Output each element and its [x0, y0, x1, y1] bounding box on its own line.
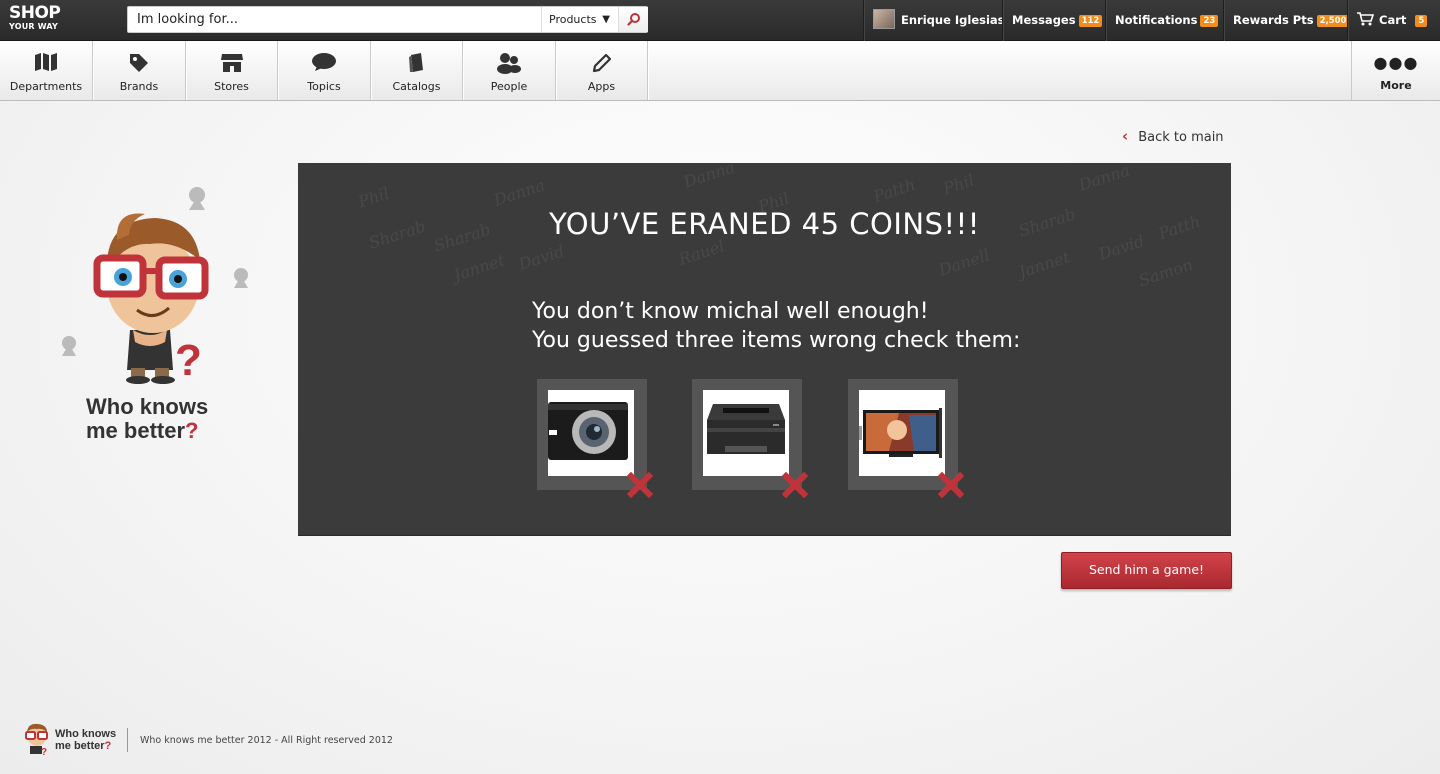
cart-label: Cart: [1379, 13, 1407, 27]
footer-brand: Who knows me better?: [55, 728, 116, 752]
top-bar: SHOP YOUR WAY Products ▼ Enrique Iglesia…: [0, 0, 1440, 41]
send-game-button[interactable]: Send him a game!: [1061, 552, 1232, 589]
notifications-label: Notifications: [1115, 13, 1198, 27]
nav-departments[interactable]: Departments: [0, 41, 93, 100]
nav-label: Stores: [214, 80, 249, 93]
nav-stores[interactable]: Stores: [186, 41, 278, 100]
cart-icon: [1357, 12, 1375, 26]
nav-label: Apps: [587, 80, 616, 93]
wrong-x-icon: [781, 471, 809, 499]
messages-label: Messages: [1012, 13, 1076, 27]
search-button[interactable]: [618, 7, 648, 32]
nav-brands[interactable]: Brands: [93, 41, 186, 100]
tv-thumbnail: [859, 390, 945, 476]
cart-count-badge: 5: [1415, 15, 1428, 27]
nav-label: Topics: [307, 80, 341, 93]
messages-button[interactable]: Messages 112: [1002, 0, 1105, 41]
tag-icon: [130, 54, 148, 72]
search-input[interactable]: [128, 7, 541, 32]
back-to-main-link[interactable]: ‹ Back to main: [1122, 127, 1224, 145]
avatar: [873, 9, 895, 29]
footer-divider: [127, 728, 128, 752]
user-name: Enrique Iglesias: [901, 13, 1005, 27]
footer-mascot-logo: ?: [25, 723, 48, 756]
people-icon: [497, 53, 521, 74]
more-dots-icon: ●●●: [1373, 53, 1419, 72]
nav-apps[interactable]: Apps: [556, 41, 648, 100]
search-category-select[interactable]: Products ▼: [541, 7, 618, 32]
nav-topics[interactable]: Topics: [278, 41, 371, 100]
back-label: Back to main: [1138, 130, 1224, 145]
rewards-label: Rewards Pts: [1233, 13, 1314, 27]
nav-more[interactable]: ●●● More: [1351, 41, 1440, 100]
search-icon: [627, 13, 640, 26]
rewards-count-badge: 2,500: [1316, 15, 1350, 27]
coins-earned-title: YOU’VE ERANED 45 COINS!!!: [549, 207, 980, 241]
rewards-button[interactable]: Rewards Pts 2,500: [1223, 0, 1350, 41]
result-message-line2: You guessed three items wrong check them…: [532, 328, 1021, 353]
messages-count-badge: 112: [1078, 15, 1103, 27]
notifications-count-badge: 23: [1200, 15, 1219, 27]
tv-image: [859, 408, 942, 458]
result-message-line1: You don’t know michal well enough!: [532, 299, 929, 324]
app-brand-title: Who knows me better?: [86, 395, 208, 443]
brand-line2: me better: [86, 418, 186, 443]
nav-people[interactable]: People: [463, 41, 556, 100]
svg-text:?: ?: [41, 747, 47, 756]
printer-thumbnail: [703, 390, 789, 476]
speech-bubble-icon: [312, 53, 336, 71]
notifications-button[interactable]: Notifications 23: [1105, 0, 1223, 41]
cart-button[interactable]: Cart 5: [1347, 0, 1440, 41]
svg-text:?: ?: [175, 336, 202, 385]
nav-catalogs[interactable]: Catalogs: [371, 41, 463, 100]
store-icon: [220, 54, 243, 72]
logo-line1: SHOP: [9, 3, 61, 23]
pencil-icon: [592, 53, 611, 73]
wrong-item-printer[interactable]: [692, 379, 809, 499]
printer-image: [707, 404, 785, 454]
shop-your-way-logo[interactable]: SHOP YOUR WAY: [9, 5, 69, 35]
nav-more-label: More: [1380, 79, 1412, 92]
nav-label: People: [490, 80, 528, 93]
footer-brand-line2: me better: [55, 740, 105, 752]
wrong-x-icon: [626, 471, 654, 499]
footer-copyright: Who knows me better 2012 - All Right res…: [140, 735, 393, 746]
brand-question-mark: ?: [185, 418, 199, 443]
map-icon: [35, 53, 57, 71]
mascot-illustration: ?: [62, 187, 248, 385]
footer-brand-line1: Who knows: [55, 728, 117, 740]
wrong-item-tv[interactable]: [848, 379, 965, 499]
catalog-icon: [408, 53, 423, 72]
user-profile[interactable]: Enrique Iglesias: [863, 0, 1005, 41]
wrong-item-camera[interactable]: [537, 379, 654, 499]
camera-image: [548, 402, 628, 460]
triangle-down-icon: ▼: [602, 14, 610, 25]
camera-thumbnail: [548, 390, 634, 476]
nav-label: Brands: [119, 80, 159, 93]
brand-line1: Who knows: [86, 394, 209, 419]
chevron-left-icon: ‹: [1122, 127, 1129, 145]
search-category-value: Products: [549, 13, 597, 26]
nav-label: Departments: [9, 80, 83, 93]
nav-label: Catalogs: [392, 80, 441, 93]
result-message: You don’t know michal well enough! You g…: [532, 297, 1020, 355]
category-nav: Departments Brands Stores Topics Catalog…: [0, 41, 1440, 101]
wrong-x-icon: [937, 471, 965, 499]
search-bar: Products ▼: [127, 6, 648, 33]
result-panel: Phil Danna Sharab Sharab David Danna Phi…: [298, 163, 1231, 536]
footer-question-mark: ?: [104, 740, 112, 752]
logo-line2: YOUR WAY: [9, 22, 59, 31]
